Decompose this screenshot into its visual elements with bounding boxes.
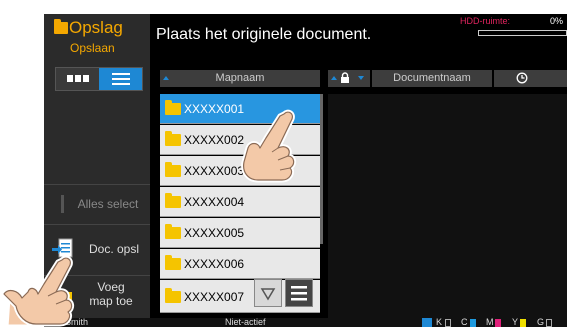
- folder-name-column-header[interactable]: Mapnaam: [160, 70, 320, 87]
- folder-name: XXXXX005: [184, 226, 245, 240]
- hdd-percent: 0%: [549, 16, 563, 26]
- document-name-column-header[interactable]: Documentnaam: [372, 70, 500, 87]
- toner-y-level: [520, 319, 526, 327]
- hdd-indicator: HDD-ruimte: 0%: [460, 16, 567, 40]
- checkbox-icon: [61, 195, 64, 213]
- folder-icon: [165, 131, 181, 146]
- toner-c-level: [470, 319, 476, 327]
- instruction-message: Plaats het originele document.: [156, 26, 372, 43]
- toner-k-level: [445, 319, 451, 327]
- sort-icon: [331, 76, 337, 80]
- menu-button[interactable]: [285, 279, 313, 307]
- mode-name: Opslag: [69, 18, 123, 37]
- hdd-label: HDD-ruimte:: [460, 16, 511, 26]
- folder-row[interactable]: XXXXX006: [160, 249, 320, 279]
- list-view-icon: [111, 73, 130, 85]
- sort-desc-icon: [358, 76, 364, 80]
- folder-icon: [54, 19, 68, 34]
- header: Plaats het originele document. HDD-ruimt…: [150, 14, 567, 64]
- select-all-label: Alles select: [77, 197, 139, 211]
- menu-icon: [291, 286, 307, 301]
- lock-icon: [341, 72, 349, 83]
- list-view-button[interactable]: [99, 68, 142, 90]
- folder-name: XXXXX006: [184, 257, 245, 271]
- folder-row[interactable]: XXXXX004: [160, 187, 320, 217]
- mode-subtitle: Opslaan: [70, 41, 115, 55]
- clock-icon: [516, 72, 528, 84]
- triangle-down-icon: [260, 288, 276, 301]
- document-list: [328, 94, 567, 327]
- document-name-header-label: Documentnaam: [393, 72, 471, 84]
- toner-g-label: G: [537, 317, 545, 327]
- folder-icon: [165, 255, 181, 270]
- store-document-label: Doc. opsl: [88, 242, 140, 256]
- folder-row[interactable]: XXXXX005: [160, 218, 320, 248]
- toner-m-label: M: [486, 317, 494, 327]
- folder-icon: [165, 100, 181, 115]
- hdd-usage-bar: [478, 30, 567, 36]
- toner-k-label: K: [436, 317, 443, 327]
- folder-icon: [165, 224, 181, 239]
- date-column-header[interactable]: [494, 70, 567, 87]
- view-toggle: [55, 67, 143, 91]
- scroll-down-button[interactable]: [254, 279, 282, 307]
- tap-hand-icon: [3, 255, 75, 327]
- folder-icon: [165, 162, 181, 177]
- select-all-button[interactable]: Alles select: [44, 185, 150, 223]
- toner-m-level: [495, 319, 501, 327]
- thumbnail-view-icon: [66, 75, 89, 82]
- thumbnail-view-button[interactable]: [56, 68, 99, 90]
- folder-icon: [165, 288, 181, 303]
- toner-status-icon: [422, 318, 432, 327]
- folder-list-scrollbar[interactable]: [320, 94, 323, 244]
- folder-name: XXXXX007: [184, 290, 245, 304]
- folder-icon: [165, 193, 181, 208]
- toner-g-level: [546, 319, 552, 327]
- add-folder-label: Voeg map toe: [89, 280, 133, 308]
- folder-name-header-label: Mapnaam: [215, 72, 265, 84]
- tap-hand-icon: [241, 109, 297, 183]
- folder-name: XXXXX004: [184, 195, 245, 209]
- toner-y-label: Y: [512, 317, 519, 327]
- lock-column-header[interactable]: [328, 70, 370, 87]
- toner-c-label: C: [461, 317, 468, 327]
- machine-state: Niet-actief: [225, 317, 266, 327]
- status-bar: J Smith Niet-actief K C M Y G: [44, 317, 567, 327]
